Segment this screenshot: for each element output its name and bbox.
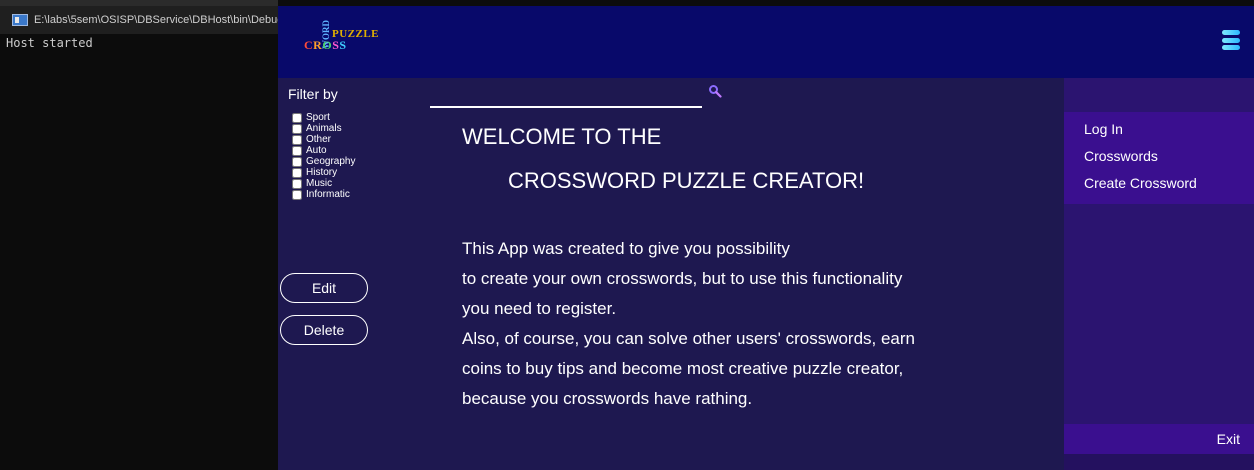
filter-label: Music [306, 178, 333, 189]
console-output: Host started [6, 36, 93, 50]
magnifier-icon[interactable] [708, 84, 722, 98]
edit-button[interactable]: Edit [280, 273, 368, 303]
filter-label: Informatic [306, 189, 350, 200]
filter-checkbox[interactable] [292, 123, 302, 134]
menu-bar [1222, 45, 1240, 50]
nav-item-login[interactable]: Log In [1064, 116, 1254, 143]
logo-letter: R [313, 38, 323, 52]
console-title: E:\labs\5sem\OSISP\DBService\DBHost\bin\… [33, 14, 278, 26]
filter-label: Other [306, 134, 332, 145]
filter-option[interactable]: Geography [288, 156, 428, 167]
delete-button[interactable]: Delete [280, 315, 368, 345]
filter-checkbox[interactable] [292, 134, 302, 145]
menu-bar [1222, 30, 1240, 35]
exit-bar: Exit [1064, 424, 1254, 454]
sidebar-nav: Log In Crosswords Create Crossword [1064, 112, 1254, 204]
filter-option[interactable]: Other [288, 134, 428, 145]
filter-checkbox[interactable] [292, 189, 302, 200]
intro-line: to create your own crosswords, but to us… [462, 269, 903, 288]
intro-line: This App was created to give you possibi… [462, 239, 790, 258]
nav-item-create-crossword[interactable]: Create Crossword [1064, 170, 1254, 197]
filter-label: Auto [306, 145, 327, 156]
filter-option[interactable]: Animals [288, 123, 428, 134]
filter-checkbox[interactable] [292, 156, 302, 167]
intro-line: coins to buy tips and become most creati… [462, 359, 904, 378]
sidebar-bottom [1064, 454, 1254, 470]
filter-label: Animals [306, 123, 342, 134]
welcome-heading-line2: CROSSWORD PUZZLE CREATOR! [508, 168, 865, 193]
filter-label: Geography [306, 156, 356, 167]
search-input[interactable] [430, 106, 702, 108]
intro-line: because you crosswords have rathing. [462, 389, 753, 408]
console-top-strip [0, 0, 278, 6]
sidebar-top [1064, 78, 1254, 112]
filter-checkbox[interactable] [292, 145, 302, 156]
menu-bar [1222, 37, 1240, 43]
welcome-heading-line1: WELCOME TO THE [462, 124, 662, 149]
logo-letter: O [322, 38, 333, 52]
right-sidebar: Log In Crosswords Create Crossword Exit [1064, 78, 1254, 470]
filter-option[interactable]: Informatic [288, 189, 428, 200]
intro-line: Also, of course, you can solve other use… [462, 329, 916, 348]
console-window: E:\labs\5sem\OSISP\DBService\DBHost\bin\… [0, 0, 278, 470]
app-window: WORD PUZZLE CROSS Filter by Sport Animal… [278, 6, 1254, 470]
filter-checkbox[interactable] [292, 167, 302, 178]
intro-paragraph: This App was created to give you possibi… [462, 234, 1022, 414]
exit-button[interactable]: Exit [1217, 424, 1240, 454]
filter-title: Filter by [288, 86, 338, 102]
console-app-icon [12, 14, 28, 26]
menu-stack-icon[interactable] [1222, 30, 1240, 50]
intro-line: you need to register. [462, 299, 617, 318]
filter-list: Sport Animals Other Auto Geography Histo… [288, 112, 428, 200]
filter-option[interactable]: History [288, 167, 428, 178]
app-logo[interactable]: WORD PUZZLE CROSS [304, 18, 394, 68]
filter-option[interactable]: Auto [288, 145, 428, 156]
logo-cross: CROSS [304, 38, 347, 53]
filter-option[interactable]: Sport [288, 112, 428, 123]
nav-item-crosswords[interactable]: Crosswords [1064, 143, 1254, 170]
app-header: WORD PUZZLE CROSS [278, 6, 1254, 78]
logo-letter: C [304, 38, 314, 52]
filter-option[interactable]: Music [288, 178, 428, 189]
filter-panel: Filter by Sport Animals Other Auto Geogr… [288, 86, 428, 200]
console-titlebar[interactable]: E:\labs\5sem\OSISP\DBService\DBHost\bin\… [0, 0, 278, 34]
filter-label: History [306, 167, 338, 178]
logo-letter: S [339, 38, 347, 52]
filter-label: Sport [306, 112, 330, 123]
filter-checkbox[interactable] [292, 112, 302, 123]
filter-checkbox[interactable] [292, 178, 302, 189]
